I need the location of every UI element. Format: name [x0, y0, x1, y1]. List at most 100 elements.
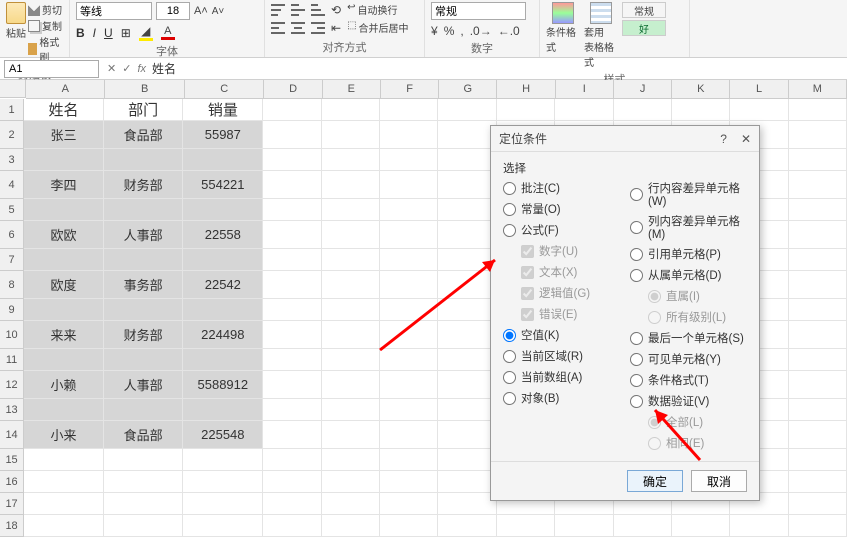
wrap-text-button[interactable]: ↩自动换行 — [347, 2, 397, 17]
column-header[interactable]: G — [439, 80, 497, 98]
cell[interactable] — [789, 199, 847, 221]
dialog-help-icon[interactable]: ? — [720, 132, 727, 146]
cell[interactable] — [24, 493, 104, 515]
column-header[interactable]: I — [556, 80, 614, 98]
cancel-formula-icon[interactable]: ✕ — [107, 62, 116, 75]
row-header[interactable]: 11 — [0, 349, 24, 371]
copy-button[interactable]: 复制 — [28, 18, 63, 33]
cell[interactable] — [263, 199, 321, 221]
cell[interactable] — [789, 99, 847, 121]
cell[interactable] — [104, 471, 184, 493]
radio-formula[interactable]: 公式(F) — [503, 222, 620, 238]
cell[interactable] — [438, 399, 496, 421]
cell[interactable] — [322, 199, 380, 221]
radio-lastcell[interactable]: 最后一个单元格(S) — [630, 330, 747, 346]
cell[interactable] — [789, 121, 847, 149]
row-header[interactable]: 6 — [0, 221, 24, 249]
cell[interactable] — [438, 449, 496, 471]
align-left-icon[interactable] — [271, 22, 285, 34]
select-all-corner[interactable] — [0, 80, 26, 98]
cell[interactable] — [322, 321, 380, 349]
cell[interactable] — [380, 271, 438, 299]
fx-icon[interactable]: fx — [137, 63, 146, 75]
cell[interactable] — [380, 449, 438, 471]
increase-font-icon[interactable]: A˄ — [194, 5, 208, 17]
cell[interactable] — [263, 271, 321, 299]
cell[interactable] — [263, 249, 321, 271]
cell[interactable] — [322, 471, 380, 493]
cell[interactable] — [24, 471, 104, 493]
cell[interactable] — [322, 171, 380, 199]
row-header[interactable]: 15 — [0, 449, 24, 471]
cell[interactable] — [438, 171, 496, 199]
radio-comment[interactable]: 批注(C) — [503, 180, 620, 196]
cell[interactable] — [263, 399, 321, 421]
cell[interactable] — [183, 515, 263, 537]
cell[interactable] — [322, 99, 380, 121]
cell[interactable] — [263, 99, 321, 121]
cell[interactable] — [263, 493, 321, 515]
cell[interactable] — [380, 471, 438, 493]
radio-datavalid[interactable]: 数据验证(V) — [630, 393, 747, 409]
cell[interactable] — [24, 449, 104, 471]
column-header[interactable]: J — [614, 80, 672, 98]
cell[interactable] — [24, 149, 104, 171]
cell[interactable] — [183, 249, 263, 271]
cell[interactable] — [183, 149, 263, 171]
cell[interactable] — [263, 349, 321, 371]
cell[interactable] — [789, 221, 847, 249]
cell[interactable]: 姓名 — [24, 99, 104, 121]
decrease-font-icon[interactable]: A˅ — [212, 6, 225, 17]
cell[interactable] — [789, 471, 847, 493]
border-button[interactable]: ⊞ — [121, 26, 131, 40]
cell[interactable] — [789, 249, 847, 271]
cell[interactable] — [380, 421, 438, 449]
cell[interactable] — [104, 199, 184, 221]
radio-object[interactable]: 对象(B) — [503, 390, 620, 406]
row-header[interactable]: 17 — [0, 493, 24, 515]
radio-rowdiff[interactable]: 行内容差异单元格(W) — [630, 180, 747, 208]
align-bottom-icon[interactable] — [311, 4, 325, 16]
cell[interactable] — [263, 515, 321, 537]
cell[interactable]: 22558 — [183, 221, 263, 249]
cell[interactable] — [497, 515, 555, 537]
cell[interactable] — [183, 299, 263, 321]
column-header[interactable]: C — [185, 80, 264, 98]
cell[interactable] — [789, 399, 847, 421]
cell[interactable] — [104, 399, 184, 421]
cell[interactable] — [789, 321, 847, 349]
cell[interactable] — [263, 299, 321, 321]
cell[interactable] — [438, 321, 496, 349]
cell[interactable] — [380, 99, 438, 121]
cell[interactable] — [263, 121, 321, 149]
row-header[interactable]: 4 — [0, 171, 24, 199]
cell[interactable] — [438, 199, 496, 221]
cell[interactable]: 销量 — [183, 99, 263, 121]
cell[interactable] — [672, 515, 730, 537]
cell[interactable] — [104, 515, 184, 537]
cell[interactable]: 李四 — [24, 171, 104, 199]
column-header[interactable]: K — [672, 80, 730, 98]
cell[interactable]: 225548 — [183, 421, 263, 449]
cell[interactable] — [24, 349, 104, 371]
cell[interactable]: 欧度 — [24, 271, 104, 299]
paste-button[interactable]: 粘贴 — [6, 2, 26, 64]
cell-style-good[interactable]: 好 — [622, 20, 666, 36]
column-header[interactable]: E — [323, 80, 381, 98]
cell[interactable] — [438, 221, 496, 249]
cell[interactable] — [438, 99, 496, 121]
row-header[interactable]: 10 — [0, 321, 24, 349]
cell[interactable] — [322, 421, 380, 449]
cell[interactable]: 人事部 — [104, 371, 184, 399]
orientation-button[interactable]: ⟲ — [331, 3, 341, 17]
cell[interactable] — [322, 121, 380, 149]
comma-button[interactable]: , — [460, 24, 463, 38]
cell[interactable] — [497, 99, 555, 121]
cell[interactable] — [104, 149, 184, 171]
cell[interactable] — [263, 449, 321, 471]
row-header[interactable]: 2 — [0, 121, 24, 149]
cell[interactable] — [183, 349, 263, 371]
cell[interactable] — [438, 515, 496, 537]
cell[interactable] — [438, 271, 496, 299]
radio-constant[interactable]: 常量(O) — [503, 201, 620, 217]
